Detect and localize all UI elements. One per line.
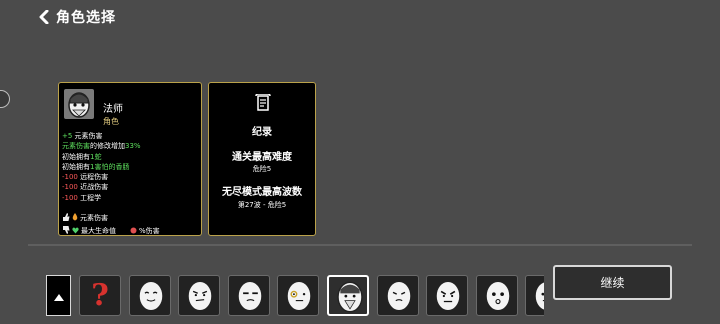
continue-button[interactable]: 继续 bbox=[553, 265, 672, 300]
character-slot-list: ? bbox=[79, 275, 544, 316]
stat-line: -100 远程伤害 bbox=[62, 172, 141, 182]
character-slot[interactable] bbox=[227, 275, 270, 316]
tag-label: 最大生命值 bbox=[81, 227, 116, 235]
scroll-up-button[interactable] bbox=[46, 275, 71, 316]
stat-text: -100 bbox=[62, 183, 78, 192]
stat-text: -100 bbox=[62, 193, 78, 202]
stat-line: +5 元素伤害 bbox=[62, 131, 141, 141]
side-handle[interactable] bbox=[0, 90, 10, 108]
character-slot[interactable] bbox=[128, 275, 171, 316]
character-name: 法师 bbox=[103, 104, 123, 115]
thumbs-up-icon bbox=[62, 213, 70, 223]
record-card: 纪录 通关最高难度 危险5 无尽模式最高波数 第27波 - 危险5 bbox=[208, 82, 316, 236]
stat-text: -100 bbox=[62, 173, 78, 182]
stat-text: 初始拥有 bbox=[62, 152, 90, 161]
character-stats: +5 元素伤害 元素伤害的修改增加33% 初始拥有1蛇 初始拥有1害怕的香肠 -100 … bbox=[62, 131, 141, 203]
stat-text: 初始拥有 bbox=[62, 162, 90, 171]
thumbs-down-icon bbox=[62, 226, 70, 236]
tag-row-2: 最大生命值 %伤害 bbox=[62, 226, 160, 236]
heart-icon bbox=[72, 227, 79, 236]
stat-text: 33% bbox=[125, 142, 141, 151]
character-slot[interactable] bbox=[277, 275, 320, 316]
scroll-icon bbox=[255, 93, 271, 116]
difficulty-heading: 通关最高难度 bbox=[232, 152, 292, 163]
character-type: 角色 bbox=[103, 117, 119, 126]
stat-text: 1蛇 bbox=[90, 152, 102, 161]
record-title: 纪录 bbox=[252, 127, 272, 138]
stat-text: 元素伤害 bbox=[72, 132, 103, 140]
character-slot[interactable] bbox=[475, 275, 518, 316]
tag-label: 元素伤害 bbox=[80, 214, 108, 222]
character-portrait bbox=[64, 89, 94, 119]
stat-line: 元素伤害的修改增加33% bbox=[62, 141, 141, 151]
character-slot[interactable] bbox=[376, 275, 419, 316]
stat-line: 初始拥有1蛇 bbox=[62, 152, 141, 162]
stat-text: 远程伤害 bbox=[77, 173, 109, 182]
damage-icon bbox=[130, 227, 137, 236]
tag-row-1: 元素伤害 bbox=[62, 213, 108, 223]
character-slot[interactable] bbox=[525, 275, 544, 316]
stat-text: 元素伤害 bbox=[62, 142, 90, 151]
stat-text: 工程学 bbox=[77, 193, 102, 202]
stat-line: -100 工程学 bbox=[62, 193, 141, 203]
divider bbox=[28, 244, 692, 246]
character-slot[interactable] bbox=[327, 275, 369, 316]
endless-heading: 无尽模式最高波数 bbox=[222, 187, 302, 198]
character-slot[interactable] bbox=[426, 275, 469, 316]
triangle-up-icon bbox=[53, 286, 64, 305]
page-title: 角色选择 bbox=[56, 10, 116, 26]
stat-text: 1害怕的香肠 bbox=[90, 162, 130, 171]
character-info-card: 法师 角色 +5 元素伤害 元素伤害的修改增加33% 初始拥有1蛇 初始拥有1害怕的香… bbox=[58, 82, 202, 236]
character-slot[interactable] bbox=[178, 275, 221, 316]
stat-text: 的修改增加 bbox=[90, 142, 125, 151]
back-button[interactable]: 角色选择 bbox=[38, 6, 116, 28]
difficulty-value: 危险5 bbox=[252, 165, 272, 173]
endless-value: 第27波 - 危险5 bbox=[237, 201, 287, 209]
stat-line: -100 近战伤害 bbox=[62, 182, 141, 192]
chevron-left-icon bbox=[38, 10, 50, 24]
question-mark-icon: ? bbox=[91, 278, 109, 313]
stat-line: 初始拥有1害怕的香肠 bbox=[62, 162, 141, 172]
stat-text: +5 bbox=[62, 132, 73, 140]
flame-icon bbox=[72, 213, 78, 223]
stat-text: 近战伤害 bbox=[77, 183, 109, 192]
tag-label: %伤害 bbox=[139, 227, 160, 235]
random-character-slot[interactable]: ? bbox=[79, 275, 121, 316]
